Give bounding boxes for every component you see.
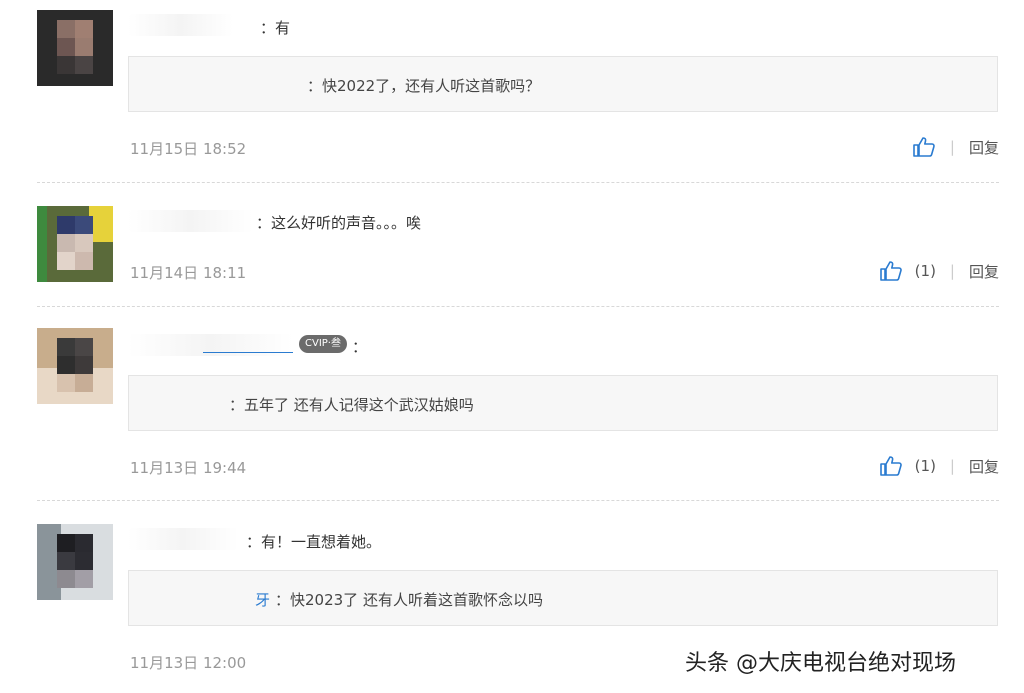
like-count: (1) <box>914 262 936 280</box>
avatar-mosaic <box>57 20 93 78</box>
comment-divider <box>37 500 999 501</box>
quoted-comment-text: ：快2022了，还有人听这首歌吗？ <box>307 77 541 95</box>
avatar[interactable] <box>37 206 113 282</box>
action-separator: | <box>949 138 955 156</box>
avatar[interactable] <box>37 328 113 404</box>
vip-badge: CVIP·叁 <box>299 335 347 353</box>
comment-actions: (1) | 回复 <box>879 260 999 282</box>
action-separator: | <box>949 457 955 475</box>
quoted-comment-text: ：五年了 还有人记得这个武汉姑娘吗 <box>229 396 474 414</box>
comment-timestamp: 11月14日 18:11 <box>130 264 247 282</box>
comment-actions: | 回复 <box>912 136 999 158</box>
avatar-mosaic <box>57 216 93 274</box>
quoted-comment: 牙 ：快2023了 还有人听着这首歌怀念以吗 <box>128 570 998 626</box>
comment-timestamp: 11月13日 12:00 <box>130 654 247 672</box>
avatar[interactable] <box>37 524 113 600</box>
comment-text: ： <box>352 338 368 356</box>
comment-text: ：有 <box>260 19 291 37</box>
username-redacted <box>128 210 253 232</box>
reply-button[interactable]: 回复 <box>969 456 999 477</box>
reply-button[interactable]: 回复 <box>969 137 999 158</box>
comment-text: ：这么好听的声音。。。唉 <box>256 214 422 232</box>
avatar-mosaic <box>57 338 93 396</box>
quoted-username[interactable]: 牙 <box>255 589 270 610</box>
thumbs-up-icon[interactable] <box>879 455 903 477</box>
thumbs-up-icon[interactable] <box>879 260 903 282</box>
action-separator: | <box>949 262 955 280</box>
comment-divider <box>37 306 999 307</box>
comment-timestamp: 11月13日 19:44 <box>130 459 247 477</box>
comment-timestamp: 11月15日 18:52 <box>130 140 247 158</box>
quoted-comment: ：快2022了，还有人听这首歌吗？ <box>128 56 998 112</box>
comment-actions: (1) | 回复 <box>879 455 999 477</box>
username-redacted <box>128 14 233 36</box>
comment-divider <box>37 182 999 183</box>
reply-button[interactable]: 回复 <box>969 261 999 282</box>
comment-text: ：有！一直想着她。 <box>246 533 382 551</box>
username-redacted <box>128 528 238 550</box>
watermark: 头条 @大庆电视台绝对现场 <box>685 651 956 676</box>
avatar-mosaic <box>57 534 93 592</box>
username-underline <box>203 352 293 353</box>
thumbs-up-icon[interactable] <box>912 136 936 158</box>
like-count: (1) <box>914 457 936 475</box>
quoted-comment: ：五年了 还有人记得这个武汉姑娘吗 <box>128 375 998 431</box>
avatar[interactable] <box>37 10 113 86</box>
quoted-comment-text: ：快2023了 还有人听着这首歌怀念以吗 <box>275 591 543 609</box>
